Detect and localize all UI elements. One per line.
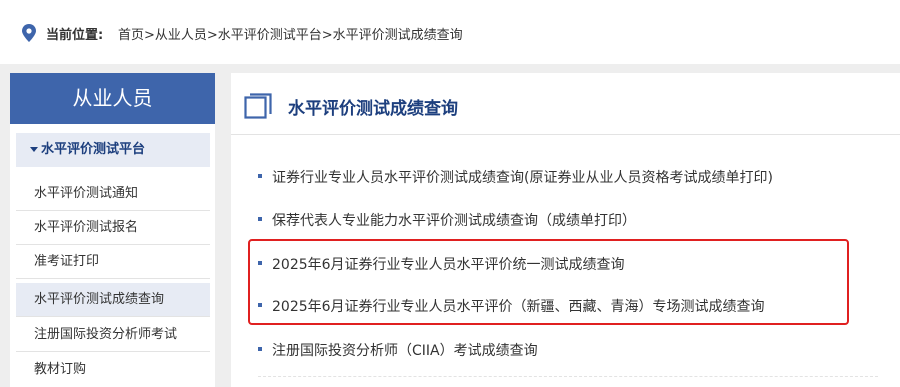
sidebar-item-ciia-exam[interactable]: 注册国际投资分析师考试: [16, 318, 210, 352]
sidebar-item-notice[interactable]: 水平评价测试通知: [16, 177, 210, 211]
bullet-icon: [258, 174, 262, 178]
link-label[interactable]: 保荐代表人专业能力水平评价测试成绩查询（成绩单打印）: [272, 213, 636, 229]
sidebar-group-label: 水平评价测试平台: [41, 142, 146, 157]
bullet-icon: [258, 217, 262, 221]
list-item[interactable]: 注册国际投资分析师（CIIA）考试成绩查询: [258, 340, 538, 360]
divider: [258, 376, 878, 377]
list-item[interactable]: 证券行业专业人员水平评价测试成绩查询(原证券业从业人员资格考试成绩单打印): [258, 167, 773, 187]
sidebar-group-header[interactable]: 水平评价测试平台: [16, 133, 210, 167]
highlight-box: [248, 239, 849, 325]
sidebar-item-score-query[interactable]: 水平评价测试成绩查询: [16, 283, 210, 317]
breadcrumb[interactable]: 首页>从业人员>水平评价测试平台>水平评价测试成绩查询: [118, 24, 463, 43]
link-label[interactable]: 证券行业专业人员水平评价测试成绩查询(原证券业从业人员资格考试成绩单打印): [272, 170, 773, 186]
window-frame-icon: [244, 93, 272, 119]
page-title: 水平评价测试成绩查询: [288, 99, 458, 119]
sidebar-title: 从业人员: [10, 73, 215, 124]
list-item[interactable]: 保荐代表人专业能力水平评价测试成绩查询（成绩单打印）: [258, 210, 636, 230]
sidebar-item-admission-ticket[interactable]: 准考证打印: [16, 245, 210, 279]
breadcrumb-label: 当前位置:: [46, 28, 104, 43]
bullet-icon: [258, 347, 262, 351]
caret-down-icon: [30, 147, 38, 152]
location-pin-icon: [22, 24, 36, 42]
sidebar-item-registration[interactable]: 水平评价测试报名: [16, 211, 210, 245]
link-label[interactable]: 注册国际投资分析师（CIIA）考试成绩查询: [272, 343, 538, 359]
sidebar-item-textbook[interactable]: 教材订购: [16, 353, 210, 387]
